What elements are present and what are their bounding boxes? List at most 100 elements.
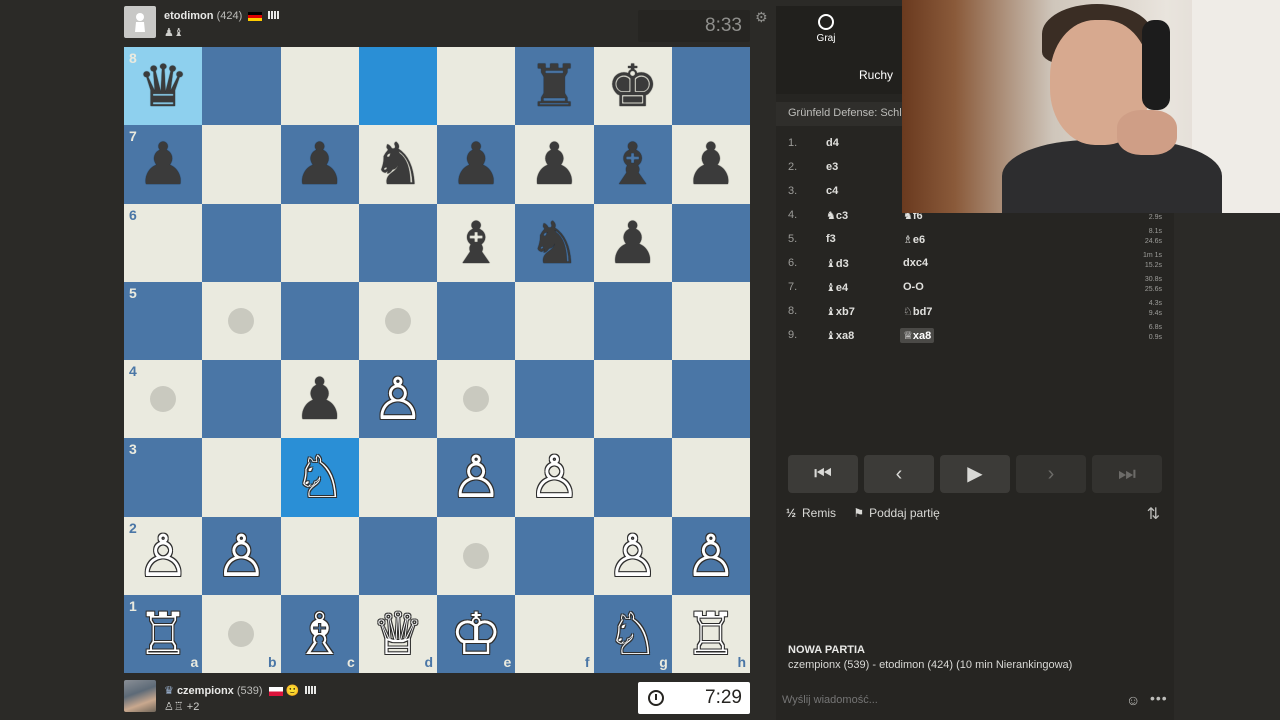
black-piece[interactable]: ♟: [515, 125, 593, 203]
square-a4[interactable]: 4: [124, 360, 203, 439]
square-f5[interactable]: [515, 281, 594, 360]
white-move[interactable]: d4: [826, 137, 839, 149]
square-e6[interactable]: ♝: [437, 203, 516, 282]
square-c4[interactable]: ♟: [280, 360, 359, 439]
square-f2[interactable]: [515, 516, 594, 595]
square-h7[interactable]: ♟: [671, 125, 750, 204]
square-a3[interactable]: 3: [124, 438, 203, 517]
square-d8[interactable]: [358, 47, 437, 126]
black-move[interactable]: ♘bd7: [903, 305, 932, 318]
emoji-picker-icon[interactable]: ☺: [1126, 692, 1140, 708]
square-d6[interactable]: [358, 203, 437, 282]
square-a6[interactable]: 6: [124, 203, 203, 282]
black-move[interactable]: ♗e6: [903, 233, 925, 246]
square-c1[interactable]: c ♗: [280, 594, 359, 673]
white-piece[interactable]: ♗: [281, 595, 359, 673]
black-piece[interactable]: ♚: [594, 47, 672, 125]
legal-move-dot[interactable]: [228, 620, 255, 647]
white-piece[interactable]: ♘: [594, 595, 672, 673]
top-player-username[interactable]: etodimon: [164, 10, 214, 22]
square-a1[interactable]: 1 a ♖: [124, 594, 203, 673]
square-h2[interactable]: ♙: [671, 516, 750, 595]
square-f4[interactable]: [515, 360, 594, 439]
white-move[interactable]: f3: [826, 233, 836, 245]
chat-input[interactable]: [776, 686, 1174, 714]
square-h1[interactable]: h ♖: [671, 594, 750, 673]
square-e1[interactable]: e ♔: [437, 594, 516, 673]
first-move-button[interactable]: ⏮: [788, 455, 858, 493]
square-b1[interactable]: b: [202, 594, 281, 673]
square-g3[interactable]: [593, 438, 672, 517]
square-d1[interactable]: d ♕: [358, 594, 437, 673]
square-g5[interactable]: [593, 281, 672, 360]
square-a2[interactable]: 2 ♙: [124, 516, 203, 595]
legal-move-dot[interactable]: [463, 542, 490, 569]
white-piece[interactable]: ♙: [124, 517, 202, 595]
square-g4[interactable]: [593, 360, 672, 439]
square-c2[interactable]: [280, 516, 359, 595]
more-options-icon[interactable]: •••: [1150, 690, 1168, 706]
legal-move-dot[interactable]: [384, 307, 411, 334]
black-piece[interactable]: ♝: [594, 125, 672, 203]
square-h3[interactable]: [671, 438, 750, 517]
next-move-button[interactable]: ›: [1016, 455, 1086, 493]
flip-board-icon[interactable]: ⇅: [1147, 504, 1160, 524]
square-b8[interactable]: [202, 47, 281, 126]
white-move[interactable]: ♝xb7: [826, 305, 855, 318]
white-piece[interactable]: ♙: [594, 517, 672, 595]
draw-button[interactable]: ½ Remis: [786, 506, 836, 520]
white-piece[interactable]: ♔: [437, 595, 515, 673]
square-b5[interactable]: [202, 281, 281, 360]
bottom-player-avatar[interactable]: [124, 680, 156, 712]
square-b3[interactable]: [202, 438, 281, 517]
white-move[interactable]: ♞c3: [826, 209, 848, 222]
square-c5[interactable]: [280, 281, 359, 360]
square-c8[interactable]: [280, 47, 359, 126]
last-move-button[interactable]: ⏭: [1092, 455, 1162, 493]
bottom-player-username[interactable]: czempionx: [177, 685, 234, 697]
legal-move-dot[interactable]: [228, 307, 255, 334]
white-move[interactable]: e3: [826, 161, 838, 173]
black-piece[interactable]: ♟: [281, 125, 359, 203]
settings-gear-icon[interactable]: ⚙: [755, 10, 769, 24]
white-piece[interactable]: ♘: [281, 438, 359, 516]
subtab-moves[interactable]: Ruchy: [846, 68, 906, 82]
square-d7[interactable]: ♞: [358, 125, 437, 204]
square-e3[interactable]: ♙: [437, 438, 516, 517]
square-g6[interactable]: ♟: [593, 203, 672, 282]
white-piece[interactable]: ♙: [202, 517, 280, 595]
white-piece[interactable]: ♖: [672, 595, 750, 673]
black-piece[interactable]: ♝: [437, 204, 515, 282]
square-a5[interactable]: 5: [124, 281, 203, 360]
square-e8[interactable]: [437, 47, 516, 126]
legal-move-dot[interactable]: [150, 386, 177, 413]
top-player-avatar[interactable]: [124, 6, 156, 38]
black-piece[interactable]: ♟: [124, 125, 202, 203]
tab-play[interactable]: Graj: [806, 14, 846, 44]
square-b2[interactable]: ♙: [202, 516, 281, 595]
square-h6[interactable]: [671, 203, 750, 282]
black-piece[interactable]: ♛: [124, 47, 202, 125]
square-f8[interactable]: ♜: [515, 47, 594, 126]
square-d2[interactable]: [358, 516, 437, 595]
square-c3[interactable]: ♘: [280, 438, 359, 517]
white-piece[interactable]: ♙: [437, 438, 515, 516]
square-g1[interactable]: g ♘: [593, 594, 672, 673]
bottom-player-name[interactable]: ♛ czempionx (539) 🙂: [164, 684, 317, 697]
black-move[interactable]: ♕xa8: [900, 328, 935, 343]
square-e4[interactable]: [437, 360, 516, 439]
square-b6[interactable]: [202, 203, 281, 282]
square-b7[interactable]: [202, 125, 281, 204]
white-piece[interactable]: ♙: [672, 517, 750, 595]
black-piece[interactable]: ♜: [515, 47, 593, 125]
chess-board[interactable]: 8 ♛ ♜ ♚ 7 ♟ ♟ ♞ ♟ ♟ ♝ ♟ 6 ♝ ♞ ♟ 5 4 ♟ ♙ 3 ♘ ♙ ♙ 2 ♙ ♙ ♙ ♙ 1 a ♖ b c ♗ d ♕ e ♔ f…: [124, 47, 750, 673]
white-move[interactable]: c4: [826, 185, 838, 197]
square-d4[interactable]: ♙: [358, 360, 437, 439]
white-move[interactable]: ♝e4: [826, 281, 848, 294]
square-e2[interactable]: [437, 516, 516, 595]
white-move[interactable]: ♝d3: [826, 257, 849, 270]
play-moves-button[interactable]: ▶: [940, 455, 1010, 493]
square-c7[interactable]: ♟: [280, 125, 359, 204]
white-move[interactable]: ♝xa8: [826, 329, 854, 342]
square-h5[interactable]: [671, 281, 750, 360]
